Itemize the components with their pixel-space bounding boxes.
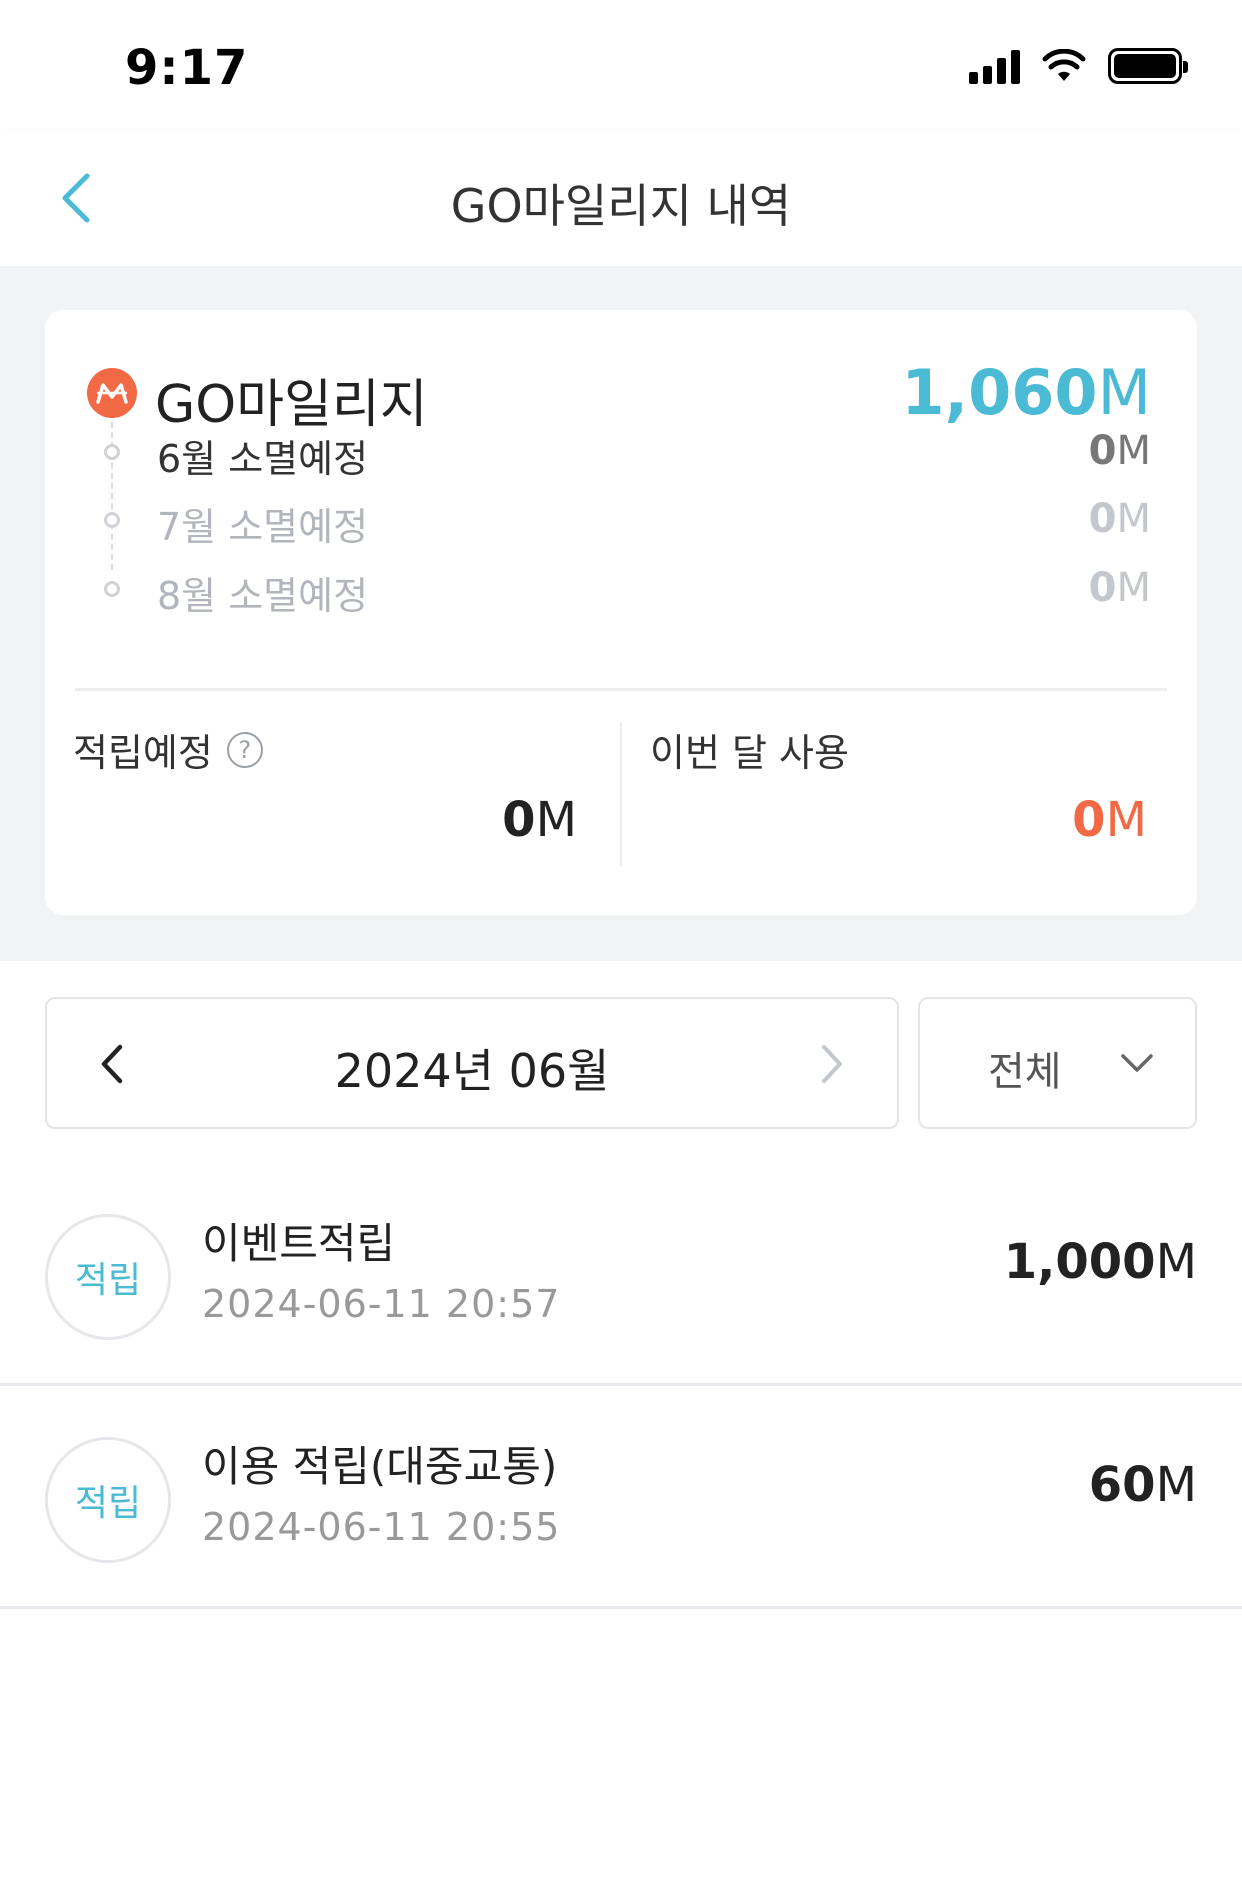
mileage-summary-card: GO마일리지 1,060M 6월 소멸예정 0M 7월 소멸예정 0M 8월 소… bbox=[45, 310, 1197, 915]
chevron-right-icon bbox=[822, 1045, 842, 1083]
pending-value: 0M bbox=[502, 792, 577, 848]
transaction-amount-value: 60 bbox=[1088, 1457, 1156, 1513]
pending-section-label: 적립예정 ? bbox=[73, 722, 263, 777]
month-selector: 2024년 06월 bbox=[45, 997, 899, 1129]
status-icons bbox=[969, 48, 1188, 84]
monthly-used-label: 이번 달 사용 bbox=[650, 731, 849, 775]
transaction-date: 2024-06-11 20:55 bbox=[202, 1505, 561, 1549]
type-filter-dropdown[interactable]: 전체 bbox=[918, 997, 1197, 1129]
vertical-divider bbox=[620, 722, 622, 866]
pending-unit: M bbox=[535, 792, 577, 848]
status-bar: 9:17 bbox=[0, 0, 1242, 130]
expiration-value: 0M bbox=[1089, 565, 1151, 611]
expiration-row: 6월 소멸예정 0M bbox=[45, 422, 1197, 482]
page-title: GO마일리지 내역 bbox=[450, 179, 792, 233]
transaction-amount-value: 1,000 bbox=[1003, 1234, 1156, 1290]
expiration-value: 0M bbox=[1089, 428, 1151, 474]
expiration-amount: 0 bbox=[1088, 565, 1117, 611]
pending-amount: 0 bbox=[502, 792, 536, 848]
cellular-signal-icon bbox=[969, 48, 1020, 84]
timeline-dot bbox=[104, 512, 120, 528]
filter-selected-value: 전체 bbox=[988, 1049, 1062, 1095]
mileage-coin-icon bbox=[87, 368, 137, 418]
expiration-row: 7월 소멸예정 0M bbox=[45, 490, 1197, 550]
transaction-name: 이용 적립(대중교통) bbox=[202, 1442, 558, 1491]
monthly-used-unit: M bbox=[1105, 792, 1147, 848]
pending-label: 적립예정 bbox=[73, 731, 213, 775]
transaction-amount: 1,000M bbox=[1004, 1234, 1197, 1290]
transaction-type-badge: 적립 bbox=[45, 1214, 171, 1340]
chevron-down-icon bbox=[1117, 1043, 1157, 1083]
transaction-row[interactable]: 적립 이용 적립(대중교통) 2024-06-11 20:55 60M bbox=[0, 1387, 1242, 1609]
next-month-button[interactable] bbox=[797, 1029, 867, 1099]
expiration-value: 0M bbox=[1089, 496, 1151, 542]
timeline-dot bbox=[104, 444, 120, 460]
mileage-total: 1,060M bbox=[901, 356, 1151, 429]
help-question-icon[interactable]: ? bbox=[226, 731, 263, 768]
wifi-icon bbox=[1042, 49, 1086, 81]
transaction-amount-unit: M bbox=[1155, 1457, 1197, 1513]
expiration-label: 8월 소멸예정 bbox=[157, 574, 369, 618]
card-divider bbox=[75, 688, 1167, 691]
status-time: 9:17 bbox=[125, 40, 249, 96]
transaction-name: 이벤트적립 bbox=[202, 1219, 396, 1268]
battery-icon bbox=[1108, 48, 1188, 84]
expiration-unit: M bbox=[1116, 496, 1151, 542]
transaction-amount-unit: M bbox=[1155, 1234, 1197, 1290]
expiration-unit: M bbox=[1116, 565, 1151, 611]
transaction-row[interactable]: 적립 이벤트적립 2024-06-11 20:57 1,000M bbox=[0, 1164, 1242, 1386]
expiration-label: 6월 소멸예정 bbox=[157, 437, 369, 481]
mileage-total-unit: M bbox=[1097, 356, 1152, 429]
monthly-used-amount: 0 bbox=[1072, 792, 1106, 848]
timeline-dot bbox=[104, 581, 120, 597]
expiration-unit: M bbox=[1116, 428, 1151, 474]
current-month-label: 2024년 06월 bbox=[334, 1044, 610, 1098]
transaction-type-badge: 적립 bbox=[45, 1437, 171, 1563]
transaction-date: 2024-06-11 20:57 bbox=[202, 1282, 561, 1326]
expiration-amount: 0 bbox=[1088, 428, 1117, 474]
navigation-header: GO마일리지 내역 bbox=[0, 130, 1242, 266]
transaction-amount: 60M bbox=[1089, 1457, 1197, 1513]
expiration-label: 7월 소멸예정 bbox=[157, 505, 369, 549]
expiration-amount: 0 bbox=[1088, 496, 1117, 542]
monthly-used-value: 0M bbox=[1072, 792, 1147, 848]
expiration-row: 8월 소멸예정 0M bbox=[45, 559, 1197, 619]
mileage-total-value: 1,060 bbox=[901, 356, 1098, 429]
